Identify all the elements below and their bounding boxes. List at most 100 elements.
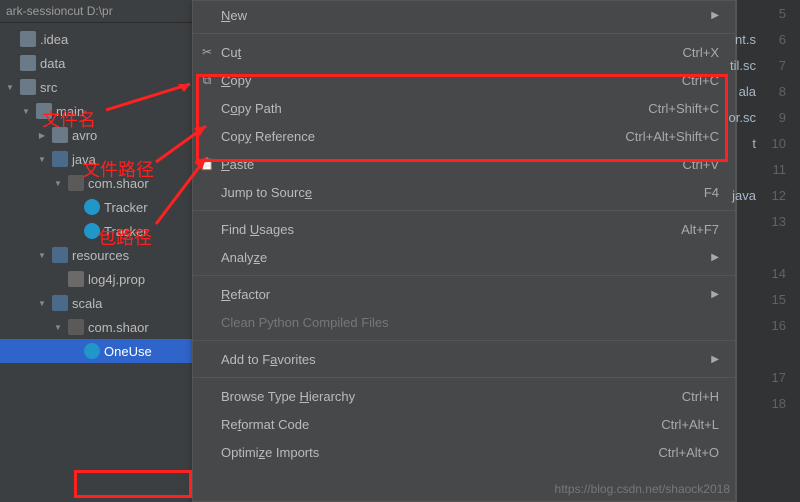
tree-item-label: data xyxy=(40,56,65,71)
line-number: 11 xyxy=(737,156,800,182)
editor-tab-fragment: nt.s xyxy=(735,32,756,47)
tree-arrow-icon xyxy=(52,273,64,285)
editor-tab-fragment: til.sc xyxy=(730,58,756,73)
tree-arrow-icon xyxy=(52,177,64,189)
tree-item-label: main xyxy=(56,104,84,119)
tree-item-label: java xyxy=(72,152,96,167)
tree-item-data[interactable]: data xyxy=(0,51,192,75)
menu-item-shortcut: Ctrl+C xyxy=(682,73,719,88)
menu-item-label: Reformat Code xyxy=(221,417,661,432)
tree-item-tracker[interactable]: Tracker xyxy=(0,195,192,219)
submenu-arrow-icon: ▶ xyxy=(711,10,719,21)
menu-separator xyxy=(193,33,735,34)
menu-item-analyze[interactable]: Analyze ▶ xyxy=(193,243,735,271)
tree-item-main[interactable]: main xyxy=(0,99,192,123)
menu-separator xyxy=(193,275,735,276)
context-menu: New▶ ✂CutCtrl+X ⧉ CopyCtrl+C Copy PathCtrl+S… xyxy=(192,0,736,502)
menu-item-shortcut: Ctrl+Shift+C xyxy=(648,101,719,116)
folder-icon xyxy=(52,127,68,143)
project-sidebar: ark-sessioncut D:\pr .ideadatasrcmainavr… xyxy=(0,0,192,502)
line-number: 13 xyxy=(737,208,800,234)
tree-item-com-shaor[interactable]: com.shaor xyxy=(0,171,192,195)
tree-item-com-shaor[interactable]: com.shaor xyxy=(0,315,192,339)
tree-item-label: Tracker xyxy=(104,224,148,239)
menu-item-label: Paste xyxy=(221,157,683,172)
menu-item-label: Clean Python Compiled Files xyxy=(221,315,719,330)
menu-item-label: Copy xyxy=(221,73,682,88)
menu-item-browse-type-hierarchy[interactable]: Browse Type HierarchyCtrl+H xyxy=(193,382,735,410)
tree-arrow-icon xyxy=(4,33,16,45)
submenu-arrow-icon: ▶ xyxy=(711,252,719,263)
menu-item-shortcut: Alt+F7 xyxy=(681,222,719,237)
tree-arrow-icon xyxy=(68,345,80,357)
menu-item-clean-python-compiled-files: Clean Python Compiled Files xyxy=(193,308,735,336)
tree-arrow-icon xyxy=(36,129,48,141)
menu-item-shortcut: F4 xyxy=(704,185,719,200)
tree-item--idea[interactable]: .idea xyxy=(0,27,192,51)
line-number: 15 xyxy=(737,286,800,312)
menu-item-shortcut: Ctrl+Alt+O xyxy=(658,445,719,460)
menu-item-label: Refactor xyxy=(221,287,703,302)
pkg-icon xyxy=(68,319,84,335)
menu-item-add-to-favorites[interactable]: Add to Favorites▶ xyxy=(193,345,735,373)
menu-item-label: Copy Reference xyxy=(221,129,625,144)
tree-arrow-icon xyxy=(68,225,80,237)
folder-s-icon xyxy=(52,151,68,167)
menu-item-refactor[interactable]: Refactor ▶ xyxy=(193,280,735,308)
editor-tab-fragment: or.sc xyxy=(729,110,756,125)
tree-item-scala[interactable]: scala xyxy=(0,291,192,315)
menu-item-reformat-code[interactable]: Reformat CodeCtrl+Alt+L xyxy=(193,410,735,438)
tree-arrow-icon xyxy=(36,153,48,165)
menu-item-label: Analyze xyxy=(221,250,703,265)
tree-item-label: log4j.prop xyxy=(88,272,145,287)
tree-item-label: com.shaor xyxy=(88,176,149,191)
menu-item-label: Cut xyxy=(221,45,683,60)
tree-arrow-icon xyxy=(52,321,64,333)
line-number xyxy=(737,234,800,260)
tree-item-src[interactable]: src xyxy=(0,75,192,99)
tree-item-log4j-prop[interactable]: log4j.prop xyxy=(0,267,192,291)
menu-item-copy-reference[interactable]: Copy ReferenceCtrl+Alt+Shift+C xyxy=(193,122,735,150)
line-number xyxy=(737,338,800,364)
menu-item-jump-to-source[interactable]: Jump to SourceF4 xyxy=(193,178,735,206)
menu-item-copy[interactable]: ⧉ CopyCtrl+C xyxy=(193,66,735,94)
menu-item-cut[interactable]: ✂CutCtrl+X xyxy=(193,38,735,66)
submenu-arrow-icon: ▶ xyxy=(711,354,719,365)
menu-item-shortcut: Ctrl+H xyxy=(682,389,719,404)
tree-item-label: OneUse xyxy=(104,344,152,359)
tree-item-label: com.shaor xyxy=(88,320,149,335)
tree-item-label: resources xyxy=(72,248,129,263)
folder-icon xyxy=(20,31,36,47)
folder-s-icon xyxy=(52,295,68,311)
tree-item-java[interactable]: java xyxy=(0,147,192,171)
tree-item-label: avro xyxy=(72,128,97,143)
pkg-icon xyxy=(68,175,84,191)
menu-separator xyxy=(193,340,735,341)
menu-item-new[interactable]: New▶ xyxy=(193,1,735,29)
line-number: 16 xyxy=(737,312,800,338)
menu-item-shortcut: Ctrl+X xyxy=(683,45,719,60)
menu-item-copy-path[interactable]: Copy PathCtrl+Shift+C xyxy=(193,94,735,122)
menu-item-paste[interactable]: 📋PasteCtrl+V xyxy=(193,150,735,178)
class-icon xyxy=(84,223,100,239)
submenu-arrow-icon: ▶ xyxy=(711,289,719,300)
menu-icon: ⧉ xyxy=(199,72,215,88)
tree-arrow-icon xyxy=(20,105,32,117)
tree-item-label: Tracker xyxy=(104,200,148,215)
tree-item-resources[interactable]: resources xyxy=(0,243,192,267)
menu-item-shortcut: Ctrl+Alt+L xyxy=(661,417,719,432)
editor-tab-fragment: java xyxy=(732,188,756,203)
menu-item-label: Browse Type Hierarchy xyxy=(221,389,682,404)
tree-item-tracker[interactable]: Tracker xyxy=(0,219,192,243)
menu-item-optimize-imports[interactable]: Optimize ImportsCtrl+Alt+O xyxy=(193,438,735,466)
menu-item-label: Jump to Source xyxy=(221,185,704,200)
tree-item-avro[interactable]: avro xyxy=(0,123,192,147)
line-number: 17 xyxy=(737,364,800,390)
menu-item-shortcut: Ctrl+Alt+Shift+C xyxy=(625,129,719,144)
tree-item-oneuse[interactable]: OneUse xyxy=(0,339,192,363)
line-number: 18 xyxy=(737,390,800,416)
menu-item-label: Find Usages xyxy=(221,222,681,237)
line-number: 14 xyxy=(737,260,800,286)
menu-item-find-usages[interactable]: Find UsagesAlt+F7 xyxy=(193,215,735,243)
tree-arrow-icon xyxy=(4,81,16,93)
